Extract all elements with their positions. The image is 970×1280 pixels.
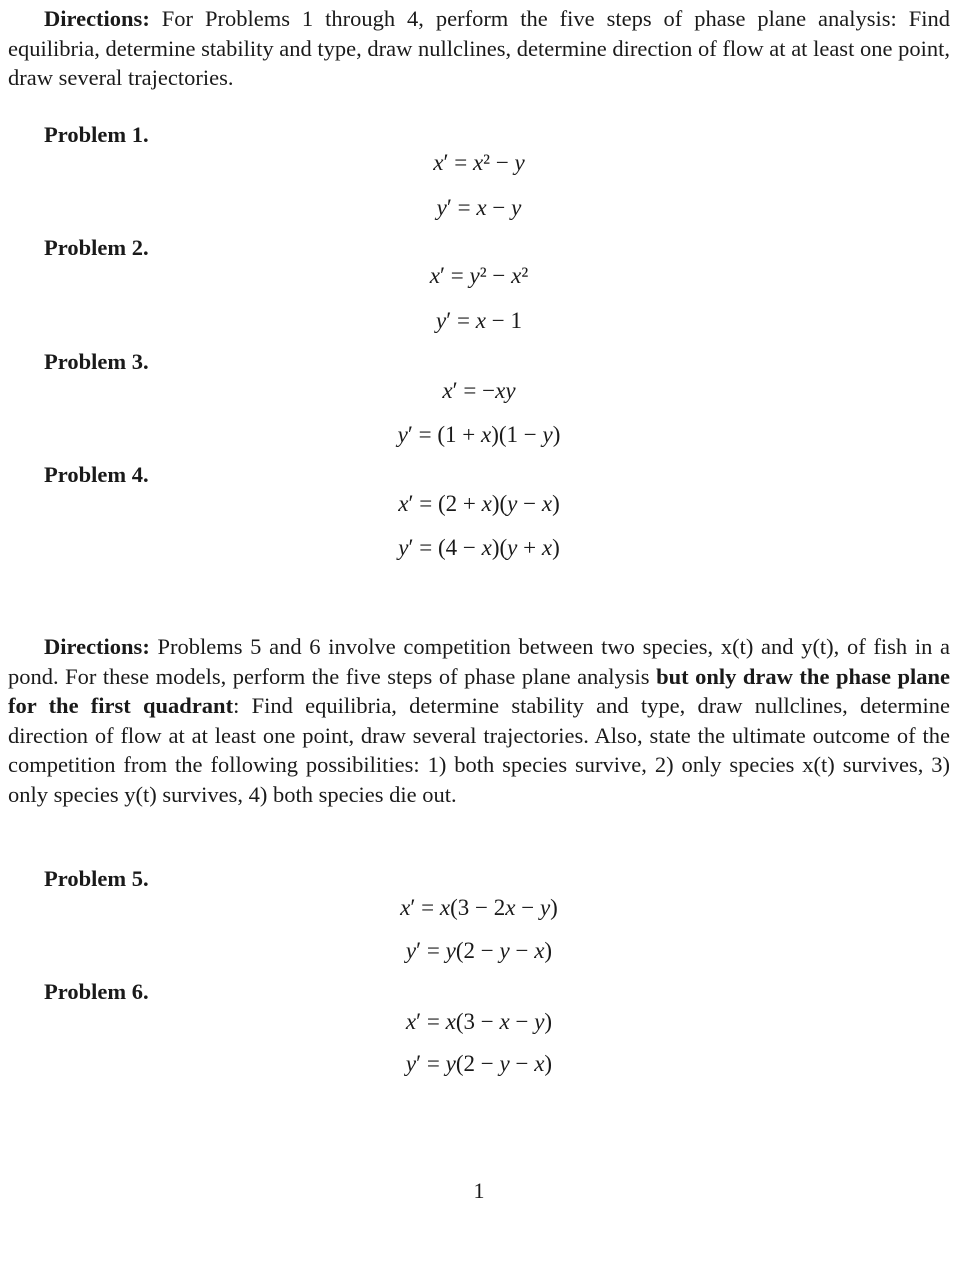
problem-3-equation-x: x′ = −xy bbox=[442, 378, 516, 403]
page-number: 1 bbox=[473, 1178, 485, 1203]
problem-1-equation-x: x′ = x² − y bbox=[433, 150, 525, 175]
problem-4-equation-y: y′ = (4 − x)(y + x) bbox=[398, 535, 560, 560]
problem-1-equation-y: y′ = x − y bbox=[436, 195, 522, 220]
problem-6-equation-y: y′ = y(2 − y − x) bbox=[405, 1051, 553, 1076]
problem-1-label: Problem 1. bbox=[44, 122, 149, 147]
problem-2-equation-x: x′ = y² − x² bbox=[429, 263, 529, 288]
problem-4-label: Problem 4. bbox=[44, 462, 149, 487]
problem-5-equation-y: y′ = y(2 − y − x) bbox=[405, 938, 553, 963]
directions-heading-2: Directions: bbox=[44, 634, 150, 659]
problem-5-equation-x: x′ = x(3 − 2x − y) bbox=[400, 895, 558, 920]
directions-text: For Problems 1 through 4, perform the fi… bbox=[8, 6, 951, 90]
problem-6-label: Problem 6. bbox=[44, 979, 149, 1004]
problem-5-label: Problem 5. bbox=[44, 866, 149, 891]
directions-paragraph-1: Directions: For Problems 1 through 4, pe… bbox=[8, 4, 950, 93]
directions-heading: Directions: bbox=[44, 6, 150, 31]
problem-4-equation-x: x′ = (2 + x)(y − x) bbox=[398, 491, 560, 516]
problem-2-equation-y: y′ = x − 1 bbox=[436, 308, 522, 333]
directions-paragraph-2: Directions: Problems 5 and 6 involve com… bbox=[8, 632, 950, 809]
problem-6-equation-x: x′ = x(3 − x − y) bbox=[405, 1009, 553, 1034]
problem-3-label: Problem 3. bbox=[44, 349, 149, 374]
problem-3-equation-y: y′ = (1 + x)(1 − y) bbox=[397, 422, 561, 447]
problem-2-label: Problem 2. bbox=[44, 235, 149, 260]
